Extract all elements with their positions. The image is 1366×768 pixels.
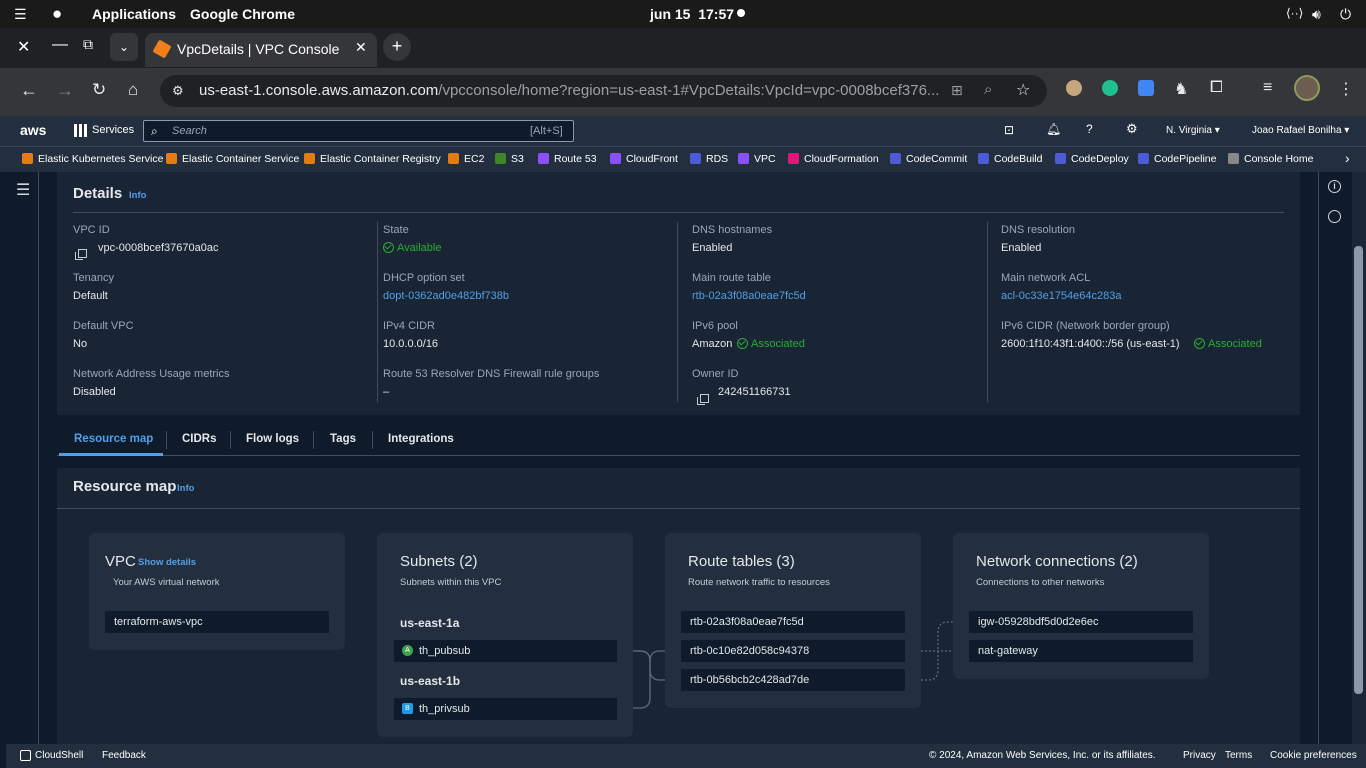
route-table-node[interactable]: rtb-0c10e82d058c94378 — [681, 640, 905, 662]
route-tables-card-title: Route tables (3) — [688, 553, 795, 570]
cloudshell-footer-icon[interactable] — [20, 750, 31, 761]
subnet-node-pubsub[interactable]: A th_pubsub — [394, 640, 617, 662]
network-connections-card-title: Network connections (2) — [976, 553, 1138, 570]
route-table-node[interactable]: rtb-0b56bcb2c428ad7de — [681, 669, 905, 691]
route-table-node[interactable]: rtb-02a3f08a0eae7fc5d — [681, 611, 905, 633]
vpc-card-title: VPC — [105, 553, 136, 570]
subnets-card-subtitle: Subnets within this VPC — [400, 577, 502, 588]
cookie-preferences-link[interactable]: Cookie preferences — [1270, 750, 1357, 761]
subnets-card-title: Subnets (2) — [400, 553, 478, 570]
show-details-link[interactable]: Show details — [138, 557, 196, 568]
feedback-link[interactable]: Feedback — [102, 750, 146, 761]
route-tables-card-subtitle: Route network traffic to resources — [688, 577, 830, 588]
az-b-badge-icon: B — [402, 703, 413, 714]
terms-link[interactable]: Terms — [1225, 750, 1252, 761]
vpc-card-subtitle: Your AWS virtual network — [113, 577, 220, 588]
privacy-link[interactable]: Privacy — [1183, 750, 1216, 761]
nat-gateway-node[interactable]: nat-gateway — [969, 640, 1193, 662]
subnet-node-privsub[interactable]: B th_privsub — [394, 698, 617, 720]
network-connections-card-subtitle: Connections to other networks — [976, 577, 1105, 588]
cloudshell-link[interactable]: CloudShell — [35, 750, 83, 761]
internet-gateway-node[interactable]: igw-05928bdf5d0d2e6ec — [969, 611, 1193, 633]
az-label: us-east-1b — [400, 674, 461, 688]
console-footer: CloudShell Feedback © 2024, Amazon Web S… — [6, 744, 1366, 768]
copyright-text: © 2024, Amazon Web Services, Inc. or its… — [929, 750, 1156, 761]
vpc-node[interactable]: terraform-aws-vpc — [105, 611, 329, 633]
az-a-badge-icon: A — [402, 645, 413, 656]
az-label: us-east-1a — [400, 616, 460, 630]
